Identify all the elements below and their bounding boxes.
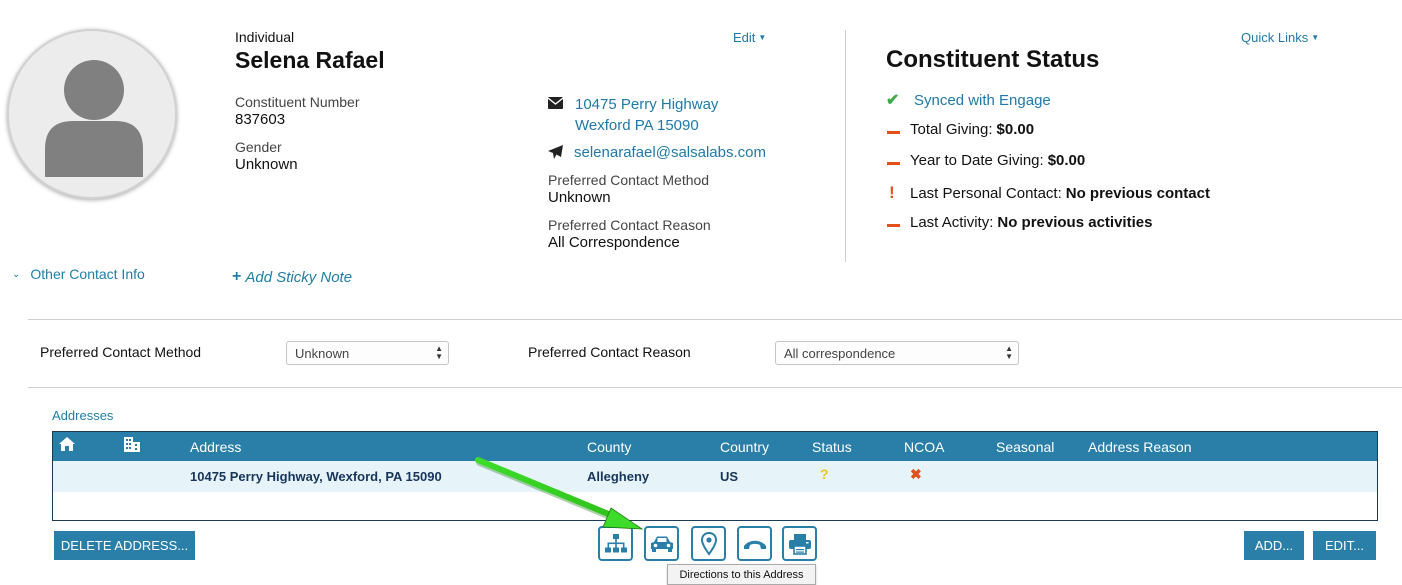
col-address[interactable]: Address bbox=[190, 439, 241, 455]
pref-method-label: Preferred Contact Method bbox=[40, 344, 202, 360]
map-pin-icon bbox=[700, 531, 717, 556]
check-icon: ✔ bbox=[886, 92, 900, 109]
house-icon[interactable] bbox=[59, 437, 75, 454]
other-contact-info-label: Other Contact Info bbox=[30, 266, 145, 282]
last-activity-label: Last Activity: bbox=[910, 214, 994, 231]
section-divider bbox=[28, 387, 1402, 388]
directions-tooltip: Directions to this Address bbox=[667, 564, 816, 585]
table-header: Address County Country Status NCOA Seaso… bbox=[53, 432, 1377, 461]
preferred-method-value: Unknown bbox=[548, 189, 611, 206]
status-total-giving-row: Total Giving: $0.00 bbox=[886, 121, 1034, 138]
cell-address: 10475 Perry Highway, Wexford, PA 15090 bbox=[190, 469, 442, 484]
mailing-address-link[interactable]: 10475 Perry Highway Wexford PA 15090 bbox=[575, 94, 718, 136]
phone-button[interactable] bbox=[737, 526, 772, 561]
map-location-button[interactable] bbox=[691, 526, 726, 561]
last-contact-value: No previous contact bbox=[1065, 184, 1210, 202]
edit-label: Edit bbox=[733, 30, 756, 45]
section-divider bbox=[28, 319, 1402, 320]
pref-method-value: Unknown bbox=[295, 346, 350, 361]
table-row[interactable]: 10475 Perry Highway, Wexford, PA 15090 A… bbox=[53, 461, 1377, 492]
constituent-type: Individual bbox=[235, 29, 295, 45]
building-icon[interactable] bbox=[124, 437, 140, 455]
other-contact-info-toggle[interactable]: ⌄ Other Contact Info bbox=[12, 266, 145, 282]
total-giving-value: $0.00 bbox=[996, 121, 1035, 138]
delete-address-button[interactable]: DELETE ADDRESS... bbox=[54, 531, 195, 560]
address-line2: Wexford PA 15090 bbox=[575, 117, 699, 134]
caret-down-icon: ▼ bbox=[1311, 33, 1320, 42]
last-activity-value: No previous activities bbox=[997, 214, 1153, 231]
phone-icon bbox=[743, 540, 766, 549]
ytd-giving-label: Year to Date Giving: bbox=[910, 152, 1044, 169]
cell-country: US bbox=[720, 469, 739, 484]
quick-links-label: Quick Links bbox=[1241, 30, 1309, 45]
col-address-reason[interactable]: Address Reason bbox=[1088, 439, 1192, 455]
dash-icon bbox=[886, 121, 910, 138]
addresses-title: Addresses bbox=[52, 408, 114, 423]
pref-reason-select[interactable]: All correspondence ▲ ▼ bbox=[775, 341, 1019, 365]
caret-down-icon: ▼ bbox=[758, 33, 767, 42]
status-title: Constituent Status bbox=[886, 46, 1100, 73]
dash-icon bbox=[886, 214, 910, 231]
add-sticky-note-label: Add Sticky Note bbox=[245, 268, 353, 286]
synced-link[interactable]: Synced with Engage bbox=[914, 92, 1051, 109]
constituent-name: Selena Rafael bbox=[235, 47, 385, 73]
print-button[interactable] bbox=[782, 526, 817, 561]
col-ncoa[interactable]: NCOA bbox=[904, 439, 944, 455]
pref-reason-label: Preferred Contact Reason bbox=[528, 344, 691, 360]
envelope-icon bbox=[547, 96, 564, 112]
dash-icon bbox=[886, 152, 910, 169]
chevron-down-icon: ⌄ bbox=[12, 268, 21, 280]
user-silhouette-icon bbox=[45, 60, 143, 177]
pref-reason-value: All correspondence bbox=[784, 346, 896, 361]
annotation-arrow bbox=[475, 457, 644, 530]
select-arrows-icon: ▲ ▼ bbox=[1005, 344, 1013, 361]
status-synced-row: ✔ Synced with Engage bbox=[886, 90, 1051, 110]
gender-value: Unknown bbox=[235, 156, 298, 173]
address-line1: 10475 Perry Highway bbox=[575, 96, 719, 113]
constituent-number: 837603 bbox=[235, 111, 286, 128]
preferred-reason-label: Preferred Contact Reason bbox=[548, 217, 711, 233]
status-last-activity-row: Last Activity: No previous activities bbox=[886, 214, 1152, 231]
edit-dropdown[interactable]: Edit ▼ bbox=[733, 30, 766, 45]
quick-links-dropdown[interactable]: Quick Links ▼ bbox=[1241, 30, 1319, 45]
preferred-reason-value: All Correspondence bbox=[548, 234, 680, 251]
col-status[interactable]: Status bbox=[812, 439, 852, 455]
pref-method-select[interactable]: Unknown ▲ ▼ bbox=[286, 341, 449, 365]
paper-plane-icon bbox=[548, 145, 563, 162]
col-country[interactable]: Country bbox=[720, 439, 769, 455]
avatar bbox=[7, 29, 177, 199]
status-ytd-giving-row: Year to Date Giving: $0.00 bbox=[886, 152, 1085, 169]
printer-icon bbox=[788, 533, 811, 555]
exclamation-icon: ! bbox=[889, 183, 895, 202]
edit-address-button[interactable]: EDIT... bbox=[1313, 531, 1376, 560]
add-sticky-note-link[interactable]: + Add Sticky Note bbox=[232, 268, 352, 286]
addresses-table: Address County Country Status NCOA Seaso… bbox=[52, 431, 1378, 521]
total-giving-label: Total Giving: bbox=[910, 121, 993, 138]
plus-icon: + bbox=[232, 268, 242, 285]
gender-label: Gender bbox=[235, 139, 282, 155]
vertical-divider bbox=[845, 30, 846, 262]
constituent-number-label: Constituent Number bbox=[235, 94, 360, 110]
email-link[interactable]: selenarafael@salsalabs.com bbox=[574, 144, 766, 161]
last-contact-label: Last Personal Contact: bbox=[910, 184, 1062, 202]
preferred-method-label: Preferred Contact Method bbox=[548, 172, 710, 188]
select-arrows-icon: ▲ ▼ bbox=[435, 344, 443, 361]
add-address-button[interactable]: ADD... bbox=[1244, 531, 1304, 560]
ncoa-x-icon: ✖ bbox=[910, 466, 922, 482]
status-unknown-icon: ? bbox=[820, 466, 829, 482]
col-seasonal[interactable]: Seasonal bbox=[996, 439, 1054, 455]
status-last-contact-row: ! Last Personal Contact: No previous con… bbox=[886, 183, 1210, 203]
car-icon bbox=[650, 536, 673, 552]
ytd-giving-value: $0.00 bbox=[1047, 152, 1086, 169]
